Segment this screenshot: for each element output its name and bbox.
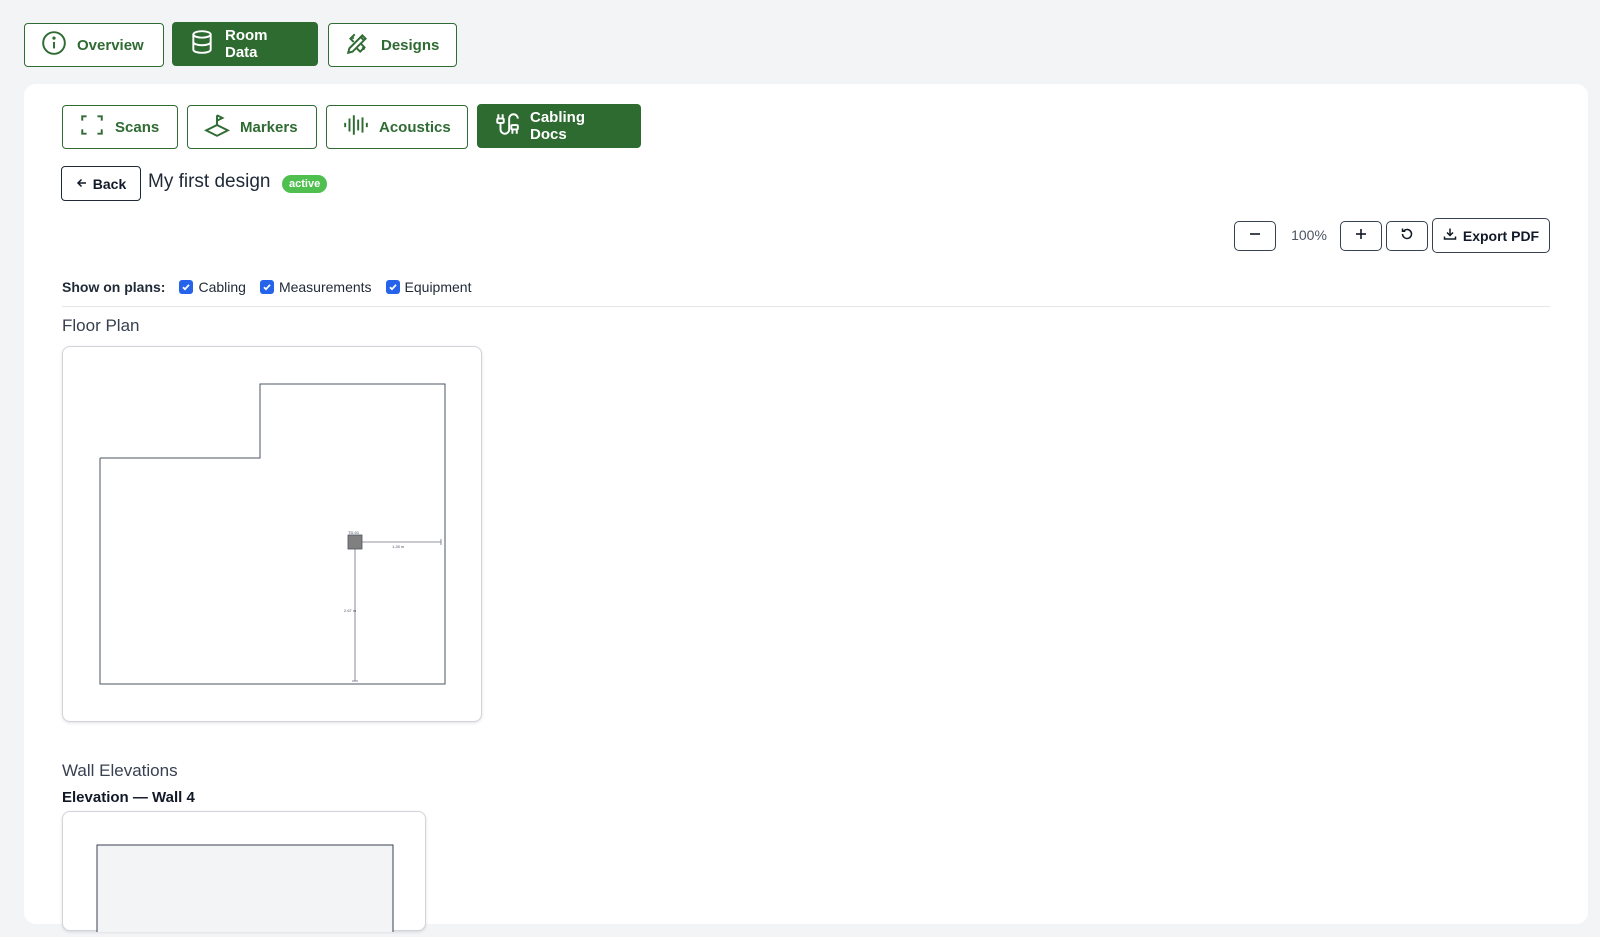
elevation-drawing[interactable]: [63, 812, 427, 937]
room-outline: [99, 383, 446, 685]
tab-cabling-docs[interactable]: Cabling Docs: [477, 104, 641, 148]
tab-scans-label: Scans: [115, 118, 160, 136]
divider: [62, 306, 1550, 307]
show-on-plans: Show on plans: Cabling Measurements Equi…: [62, 279, 485, 295]
tab-acoustics[interactable]: Acoustics: [326, 105, 468, 149]
tab-markers-label: Markers: [240, 118, 298, 136]
info-icon: [41, 30, 67, 60]
database-icon: [189, 29, 215, 59]
tab-room-data[interactable]: Room Data: [172, 22, 318, 66]
export-pdf-button[interactable]: Export PDF: [1432, 218, 1550, 253]
wall-elevations-title: Wall Elevations: [62, 761, 178, 780]
design-title: My first design: [148, 171, 271, 192]
download-icon: [1443, 227, 1457, 244]
cabling-checkbox[interactable]: Cabling: [179, 279, 246, 295]
zoom-out-button[interactable]: [1234, 221, 1276, 251]
tab-acoustics-label: Acoustics: [379, 118, 451, 136]
measure-label-vertical: 2.67 m: [344, 608, 357, 613]
tab-markers[interactable]: Markers: [187, 105, 317, 149]
arrow-left-icon: [76, 176, 88, 192]
equipment-checkbox-label: Equipment: [404, 279, 472, 295]
audio-waveform-icon: [343, 112, 369, 142]
rotate-ccw-icon: [1400, 227, 1414, 246]
scan-icon: [79, 112, 105, 142]
reset-zoom-button[interactable]: [1386, 221, 1428, 251]
equipment-label: TD-01: [348, 530, 360, 535]
floor-plan-title: Floor Plan: [62, 316, 140, 335]
minus-icon: [1248, 227, 1262, 246]
floor-plan-card: 2.67 m 1.28 m TD-01: [62, 346, 482, 722]
tab-overview[interactable]: Overview: [24, 23, 164, 67]
tab-designs-label: Designs: [381, 36, 440, 54]
equipment-checkbox[interactable]: Equipment: [385, 279, 472, 295]
zoom-in-button[interactable]: [1340, 221, 1382, 251]
cable-icon: [494, 111, 520, 141]
measure-label-horizontal: 1.28 m: [392, 544, 405, 549]
status-badge: active: [282, 175, 328, 193]
wall-outline: [96, 844, 394, 937]
tab-room-data-label: Room Data: [225, 27, 268, 61]
back-label: Back: [92, 175, 127, 192]
measurements-checkbox-label: Measurements: [278, 279, 372, 295]
back-button[interactable]: Back: [61, 166, 141, 201]
show-on-plans-label: Show on plans:: [62, 279, 166, 295]
cabling-checkbox-label: Cabling: [198, 279, 246, 295]
tab-cabling-docs-label: Cabling Docs: [530, 109, 585, 143]
tab-designs[interactable]: Designs: [328, 23, 457, 67]
measurements-checkbox[interactable]: Measurements: [259, 279, 372, 295]
floor-plan-drawing[interactable]: 2.67 m 1.28 m TD-01: [63, 347, 483, 723]
export-pdf-label: Export PDF: [1462, 227, 1540, 244]
checkbox-checked-icon[interactable]: [259, 280, 274, 294]
tab-overview-label: Overview: [77, 36, 144, 54]
tab-scans[interactable]: Scans: [62, 105, 178, 149]
design-tools-icon: [345, 30, 371, 60]
equipment-marker[interactable]: [347, 534, 363, 550]
elevation-title: Elevation — Wall 4: [62, 789, 195, 806]
marker-icon: [203, 112, 231, 142]
checkbox-checked-icon[interactable]: [385, 280, 400, 294]
checkbox-checked-icon[interactable]: [179, 280, 194, 294]
zoom-level: 100%: [1291, 227, 1327, 243]
elevation-card: [62, 811, 427, 937]
plus-icon: [1354, 227, 1368, 246]
